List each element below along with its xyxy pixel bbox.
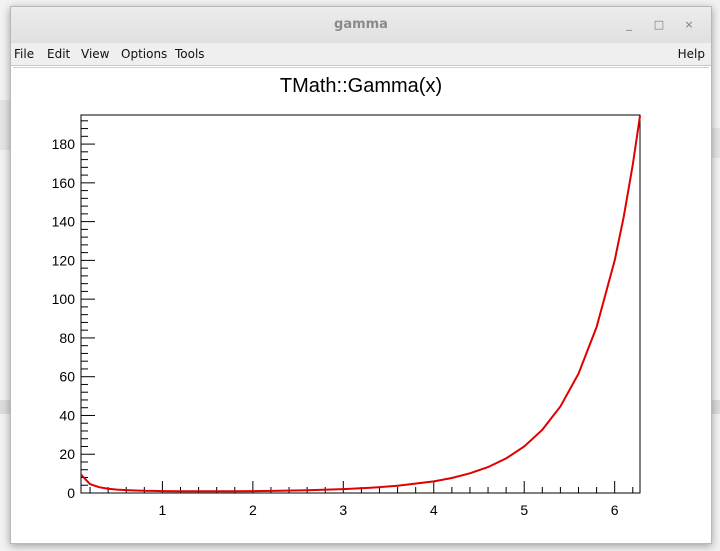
plot-frame xyxy=(80,114,641,494)
close-button[interactable]: × xyxy=(679,15,699,35)
y-axis: 0 20 40 60 80 100 120 140 160 180 xyxy=(52,120,95,501)
gamma-series-line xyxy=(80,115,641,493)
menu-help[interactable]: Help xyxy=(678,47,705,61)
window-title: gamma xyxy=(334,17,388,32)
y-tick-label: 40 xyxy=(59,407,75,423)
minimize-button[interactable]: _ xyxy=(619,15,639,35)
menu-bar: File Edit View Options Tools Help xyxy=(11,43,711,66)
background-window-strip xyxy=(712,400,720,414)
y-tick-label: 20 xyxy=(59,446,75,462)
menu-file[interactable]: File xyxy=(14,47,34,61)
menu-view[interactable]: View xyxy=(81,47,109,61)
x-tick-label: 1 xyxy=(159,502,167,518)
y-tick-label: 60 xyxy=(59,369,75,385)
x-axis: 1 2 3 4 5 6 xyxy=(89,481,634,518)
maximize-button[interactable]: □ xyxy=(649,15,669,35)
background-window-strip xyxy=(712,128,720,158)
plot-canvas[interactable]: TMath::Gamma(x) 0 20 40 60 80 100 120 140 160 180… xyxy=(13,67,709,542)
y-tick-label: 0 xyxy=(67,485,75,501)
x-tick-label: 5 xyxy=(520,502,528,518)
chart-title: TMath::Gamma(x) xyxy=(280,75,442,97)
menu-edit[interactable]: Edit xyxy=(47,47,70,61)
y-tick-label: 80 xyxy=(59,330,75,346)
y-tick-label: 180 xyxy=(52,136,76,152)
window-titlebar[interactable]: gamma _ □ × xyxy=(11,7,711,44)
menu-tools[interactable]: Tools xyxy=(175,47,205,61)
gamma-window: gamma _ □ × File Edit View Options Tools… xyxy=(10,6,712,544)
menu-options[interactable]: Options xyxy=(121,47,167,61)
x-tick-label: 4 xyxy=(430,502,438,518)
x-tick-label: 2 xyxy=(249,502,257,518)
background-window-strip xyxy=(0,400,10,414)
y-tick-label: 120 xyxy=(52,252,76,268)
gamma-chart: TMath::Gamma(x) 0 20 40 60 80 100 120 140 160 180… xyxy=(52,75,641,518)
background-window-strip xyxy=(0,100,10,150)
x-tick-label: 3 xyxy=(339,502,347,518)
x-tick-label: 6 xyxy=(611,502,619,518)
y-tick-label: 140 xyxy=(52,214,76,230)
y-tick-label: 160 xyxy=(52,175,76,191)
y-tick-label: 100 xyxy=(52,291,76,307)
